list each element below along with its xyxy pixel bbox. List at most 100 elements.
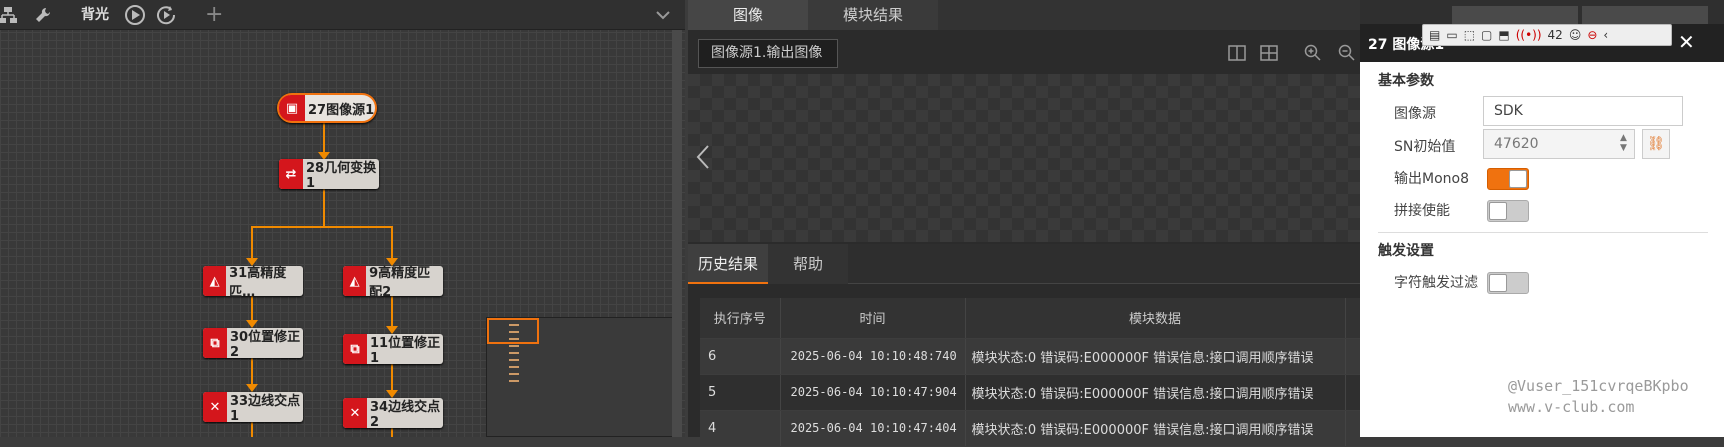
page-icon[interactable]: ▤ xyxy=(1429,28,1440,42)
label-image-source: 图像源 xyxy=(1394,106,1436,122)
audio-icon[interactable]: ((•)) xyxy=(1516,28,1542,42)
add-tab-icon[interactable]: + xyxy=(205,0,223,30)
stepper-icon[interactable]: ▲ ▼ xyxy=(1620,133,1627,153)
video-icon[interactable]: ▭ xyxy=(1446,28,1457,42)
tab-image[interactable]: 图像 xyxy=(688,0,808,30)
geometry-transform-icon: ⇄ xyxy=(279,159,303,189)
image-panel: 图像 模块结果 图像源1.输出图像 历史结果 帮助 执行序号 时间 模块数据 6 xyxy=(688,0,1420,447)
chevron-down-icon[interactable] xyxy=(656,0,670,30)
cell-time: 2025-06-04 10:10:47:904 xyxy=(780,374,966,411)
flow-toolbar: 背光 + xyxy=(0,0,685,30)
history-tabs: 历史结果 帮助 xyxy=(688,244,1360,284)
accessibility-icon[interactable]: ☺ xyxy=(1569,28,1582,42)
watermark-site: www.v-club.com xyxy=(1508,398,1635,416)
match-icon: ◭ xyxy=(343,266,367,296)
cell-data: 模块状态:0 错误码:E000000F 错误信息:接口调用顺序错误 xyxy=(965,338,1346,375)
zoom-in-icon[interactable] xyxy=(1304,44,1322,66)
minimap[interactable] xyxy=(486,317,673,437)
layout-split-icon[interactable] xyxy=(1228,45,1246,65)
hierarchy-icon[interactable] xyxy=(0,0,20,30)
table-row[interactable]: 4 2025-06-04 10:10:47:404 模块状态:0 错误码:E00… xyxy=(700,410,1420,447)
image-viewer[interactable] xyxy=(688,74,1360,242)
property-panel: 27 图像源1 ✕ ▤ ▭ ⬚ ▢ ⬒ ((•)) 42 ☺ ⊖ ‹ 基本参数 … xyxy=(1360,0,1724,437)
watermark-user: @Vuser_151cvrqeBKpbo xyxy=(1508,377,1689,395)
tab-module-result[interactable]: 模块结果 xyxy=(808,0,938,30)
col-time[interactable]: 时间 xyxy=(780,298,966,339)
history-table: 执行序号 时间 模块数据 6 2025-06-04 10:10:48:740 模… xyxy=(700,298,1420,447)
node-line-intersect-34[interactable]: ✕ 34边线交点2 xyxy=(343,398,443,430)
frame-icon[interactable]: ▢ xyxy=(1481,28,1492,42)
node-image-source[interactable]: ▣ 27图像源1 xyxy=(277,93,377,123)
node-label: 33边线交点1 xyxy=(229,394,301,424)
toggle-stitch-enable[interactable] xyxy=(1487,200,1529,222)
cell-data: 模块状态:0 错误码:E000000F 错误信息:接口调用顺序错误 xyxy=(965,410,1346,447)
connector xyxy=(391,296,393,330)
node-line-intersect-33[interactable]: ✕ 33边线交点1 xyxy=(203,392,303,424)
table-row[interactable]: 6 2025-06-04 10:10:48:740 模块状态:0 错误码:E00… xyxy=(700,338,1420,375)
connector xyxy=(391,226,393,262)
position-correct-icon: ⧉ xyxy=(343,334,367,364)
connector xyxy=(251,226,253,262)
node-label: 27图像源1 xyxy=(308,102,375,118)
node-position-correct-30[interactable]: ⧉ 30位置修正2 xyxy=(203,328,303,360)
image-source-dropdown[interactable]: SDK xyxy=(1483,96,1683,126)
label-output-mono8: 输出Mono8 xyxy=(1394,171,1469,187)
run-once-icon[interactable] xyxy=(124,0,146,30)
node-position-correct-11[interactable]: ⧉ 11位置修正1 xyxy=(343,334,443,366)
count-badge: 42 xyxy=(1547,28,1563,42)
canvas-scrollbar[interactable] xyxy=(672,30,682,437)
close-icon[interactable]: ✕ xyxy=(1678,30,1695,54)
divider xyxy=(1378,232,1708,233)
toggle-char-trigger-filter[interactable] xyxy=(1487,272,1529,294)
node-label: 34边线交点2 xyxy=(369,400,441,430)
node-label: 30位置修正2 xyxy=(229,330,301,360)
cursor-icon[interactable]: ⬚ xyxy=(1464,28,1475,42)
connector xyxy=(323,188,325,226)
stop-icon[interactable]: ⊖ xyxy=(1587,28,1597,42)
node-label: 11位置修正1 xyxy=(369,336,441,366)
match-icon: ◭ xyxy=(203,266,227,296)
flow-title: 背光 xyxy=(81,7,109,23)
label-char-trigger-filter: 字符触发过滤 xyxy=(1394,275,1478,291)
cell-seq: 5 xyxy=(700,374,781,411)
node-geometry-transform[interactable]: ⇄ 28几何变换1 xyxy=(279,159,379,191)
node-label: 9高精度匹配2 xyxy=(369,266,431,300)
label-sn-initial: SN初始值 xyxy=(1394,139,1456,155)
cell-time: 2025-06-04 10:10:48:740 xyxy=(780,338,966,375)
node-match-9[interactable]: ◭ 9高精度匹配2 xyxy=(343,266,443,300)
sn-initial-input[interactable]: 47620 xyxy=(1483,129,1635,159)
section-basic-params: 基本参数 xyxy=(1378,73,1434,89)
image-tabs: 图像 模块结果 xyxy=(688,0,1360,30)
link-icon[interactable]: ⛓ xyxy=(1642,129,1670,159)
node-label: 31高精度匹… xyxy=(229,266,287,300)
line-intersect-icon: ✕ xyxy=(203,392,227,422)
layout-grid-icon[interactable] xyxy=(1260,45,1278,65)
floating-toolbar: ▤ ▭ ⬚ ▢ ⬒ ((•)) 42 ☺ ⊖ ‹ xyxy=(1422,24,1672,46)
tab-help[interactable]: 帮助 xyxy=(768,244,848,284)
chevron-left-icon[interactable]: ‹ xyxy=(1603,28,1608,42)
node-label: 28几何变换1 xyxy=(305,161,377,191)
table-row[interactable]: 5 2025-06-04 10:10:47:904 模块状态:0 错误码:E00… xyxy=(700,374,1420,411)
table-header: 执行序号 时间 模块数据 xyxy=(700,298,1420,339)
zoom-out-icon[interactable] xyxy=(1338,44,1356,66)
connector xyxy=(251,422,253,437)
node-match-31[interactable]: ◭ 31高精度匹… xyxy=(203,266,303,300)
label-stitch-enable: 拼接使能 xyxy=(1394,203,1450,219)
top-button[interactable] xyxy=(1582,6,1708,24)
top-button[interactable] xyxy=(1452,6,1578,24)
chevron-left-icon[interactable] xyxy=(696,144,710,174)
run-loop-icon[interactable] xyxy=(155,0,177,30)
tab-history[interactable]: 历史结果 xyxy=(688,244,768,284)
wrench-icon[interactable] xyxy=(34,0,52,30)
line-intersect-icon: ✕ xyxy=(343,398,367,428)
select-icon[interactable]: ⬒ xyxy=(1498,28,1509,42)
minimap-nodes xyxy=(509,324,519,384)
connector xyxy=(323,122,325,156)
col-data[interactable]: 模块数据 xyxy=(965,298,1346,339)
flow-canvas[interactable]: 背光 + ▣ 27图像源1 ⇄ 28几何变换1 ◭ 31高精度匹… ◭ 9高精度… xyxy=(0,0,685,437)
image-icon: ▣ xyxy=(279,95,305,121)
image-source-select[interactable]: 图像源1.输出图像 xyxy=(698,39,838,68)
toggle-output-mono8[interactable] xyxy=(1487,168,1529,190)
col-seq[interactable]: 执行序号 xyxy=(700,298,781,339)
cell-data: 模块状态:0 错误码:E000000F 错误信息:接口调用顺序错误 xyxy=(965,374,1346,411)
